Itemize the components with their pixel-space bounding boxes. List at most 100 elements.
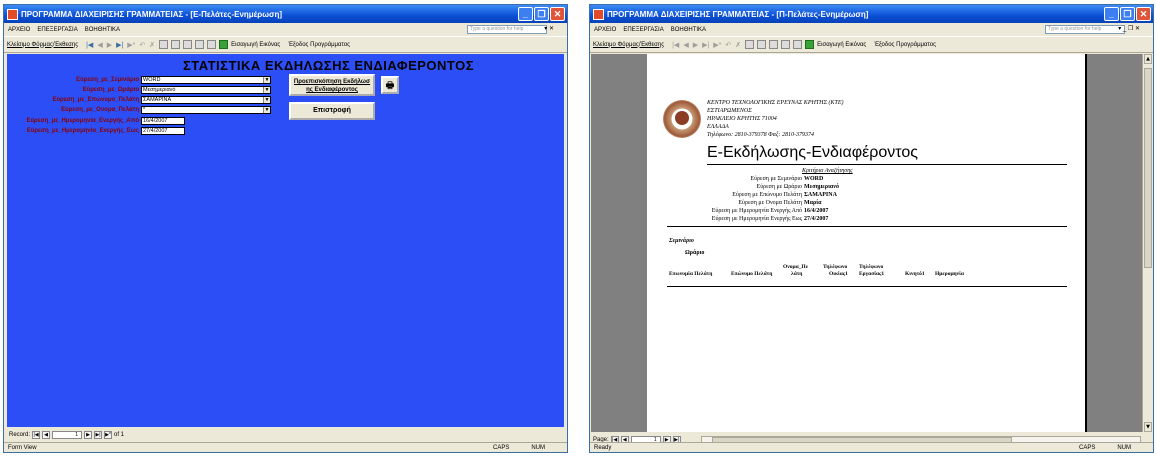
help-search-input[interactable]: Type a question for help — [1045, 25, 1125, 34]
next-record-icon[interactable]: ▶ — [84, 431, 93, 439]
import-image-icon[interactable] — [219, 40, 229, 49]
caps-indicator: CAPS — [492, 444, 510, 451]
new-record-icon[interactable]: ▶* — [713, 41, 721, 49]
col-mobile: Κινητό1 — [905, 271, 925, 277]
menu-file[interactable]: ΑΡΧΕΙΟ — [8, 27, 30, 33]
copy-icon[interactable] — [171, 40, 181, 49]
import-image-button[interactable]: Εισαγωγή Εικόνας — [817, 42, 866, 48]
group-schedule: Ωράριο — [685, 250, 705, 256]
print-preview-area: ΚΕΝΤΡΟ ΤΕΧΝΟΛΟΓΙΚΗΣ ΕΡΕΥΝΑΣ ΚΡΗΤΗΣ (ΚΤΕ)… — [591, 54, 1153, 432]
exit-program-button[interactable]: Έξοδος Προγράμματος — [288, 42, 350, 48]
schedule-value: Μεσημεριανό — [143, 87, 176, 93]
num-indicator: NUM — [531, 444, 545, 451]
new-record-icon[interactable]: ▶* — [127, 41, 135, 49]
chevron-down-icon[interactable]: ▼ — [263, 97, 270, 103]
delete-record-icon[interactable]: ✗ — [149, 41, 155, 49]
table-header-rule — [667, 286, 1067, 287]
org-address: ΗΡΑΚΛΕΙΟ ΚΡΗΤΗΣ 71004 — [707, 116, 777, 122]
report-window: ΠΡΟΓΡΑΜΜΑ ΔΙΑΧΕΙΡΙΣΗΣ ΓΡΑΜΜΑΤΕΙΑΣ - [Π-Π… — [589, 4, 1154, 453]
schedule-combo[interactable]: Μεσημεριανό ▼ — [141, 86, 271, 94]
preview-report-button[interactable]: Προεπισκόπηση Εκδήλωσ ης Ενδιαφέροντος — [289, 74, 375, 96]
menu-tools[interactable]: ΒΟΗΘΗΤΙΚΑ — [671, 27, 706, 33]
prev-record-icon[interactable]: ◀ — [97, 41, 102, 49]
last-record-icon[interactable]: ▶| — [94, 431, 103, 439]
first-record-icon[interactable]: |◀ — [672, 41, 679, 49]
last-record-icon[interactable]: ▶| — [116, 41, 123, 49]
import-image-button[interactable]: Εισαγωγή Εικόνας — [231, 42, 280, 48]
menu-tools[interactable]: ΒΟΗΘΗΤΙΚΑ — [85, 27, 120, 33]
record-number-input[interactable]: 1 — [52, 431, 83, 439]
chevron-down-icon[interactable]: ▼ — [263, 107, 270, 113]
maximize-button[interactable]: ❐ — [1120, 7, 1135, 21]
help-dropdown-icon[interactable]: ▾ ✕ — [544, 25, 554, 32]
prev-record-icon[interactable]: ◀ — [42, 431, 51, 439]
date-to-input[interactable]: 27/4/2007 — [141, 127, 185, 135]
menu-edit[interactable]: ΕΠΕΞΕΡΓΑΣΙΑ — [623, 27, 663, 33]
record-total: of 1 — [114, 432, 125, 438]
menu-edit[interactable]: ΕΠΕΞΕΡΓΑΣΙΑ — [37, 27, 77, 33]
scroll-up-icon[interactable]: ▲ — [1144, 54, 1152, 64]
import-image-icon[interactable] — [805, 40, 815, 49]
undo-icon[interactable]: ↶ — [139, 41, 145, 49]
paste-icon[interactable] — [183, 40, 193, 49]
maximize-button[interactable]: ❐ — [534, 7, 549, 21]
help-search-input[interactable]: Type a question for help — [467, 25, 547, 34]
copy-icon[interactable] — [757, 40, 767, 49]
chevron-down-icon[interactable]: ▼ — [263, 87, 270, 93]
criteria-row: Εύρεση με Ωράριο Μεσημεριανό — [756, 184, 839, 190]
status-text: Ready — [594, 444, 612, 451]
scroll-thumb[interactable] — [1144, 68, 1152, 268]
return-button[interactable]: Επιστροφή — [289, 102, 375, 120]
undo-icon[interactable]: ↶ — [725, 41, 731, 49]
window-title: ΠΡΟΓΡΑΜΜΑ ΔΙΑΧΕΙΡΙΣΗΣ ΓΡΑΜΜΑΤΕΙΑΣ - [Π-Π… — [607, 9, 869, 19]
cut-icon[interactable] — [745, 40, 755, 49]
first-record-icon[interactable]: |◀ — [32, 431, 41, 439]
close-button[interactable]: ✕ — [550, 7, 565, 21]
record-label: Record: — [9, 432, 31, 438]
menu-bar: ΑΡΧΕΙΟ ΕΠΕΞΕΡΓΑΣΙΑ ΒΟΗΘΗΤΙΚΑ Type a ques… — [4, 23, 567, 36]
caps-indicator: CAPS — [1078, 444, 1096, 451]
title-bar: ΠΡΟΓΡΑΜΜΑ ΔΙΑΧΕΙΡΙΣΗΣ ΓΡΑΜΜΑΤΕΙΑΣ - [Ε-Π… — [4, 5, 567, 23]
status-bar: Ready CAPS NUM — [590, 442, 1153, 452]
status-bar: Form View CAPS NUM — [4, 442, 567, 452]
sort-desc-icon[interactable] — [207, 40, 217, 49]
close-button[interactable]: ✕ — [1136, 7, 1151, 21]
minimize-button[interactable]: _ — [518, 7, 533, 21]
firstname-label: Εύρεση_με_Ονομα_Πελάτη — [61, 107, 139, 113]
criteria-row: Εύρεση με Ημερομηνία Ενεργής Εως 27/4/200… — [711, 216, 829, 222]
menu-file[interactable]: ΑΡΧΕΙΟ — [594, 27, 616, 33]
last-record-icon[interactable]: ▶| — [702, 41, 709, 49]
new-record-icon[interactable]: ▶* — [104, 431, 113, 439]
vertical-scrollbar[interactable]: ▲ ▼ — [1142, 54, 1153, 432]
close-form-button[interactable]: Κλείσιμο Φόρμας/Έκθεσης — [593, 42, 664, 48]
firstname-combo[interactable]: * ▼ — [141, 106, 271, 114]
col-surname: Επώνυμο Πελάτη — [731, 271, 773, 277]
org-country: ΕΛΛΑΔΑ — [707, 124, 729, 130]
next-record-icon[interactable]: ▶ — [107, 41, 112, 49]
close-form-button[interactable]: Κλείσιμο Φόρμας/Έκθεσης — [7, 42, 78, 48]
print-icon[interactable]: 🖶 — [381, 76, 399, 94]
scroll-down-icon[interactable]: ▼ — [1144, 422, 1152, 432]
seminar-combo[interactable]: WORD ▼ — [141, 76, 271, 84]
minimize-button[interactable]: _ — [1104, 7, 1119, 21]
cut-icon[interactable] — [159, 40, 169, 49]
sort-asc-icon[interactable] — [781, 40, 791, 49]
next-record-icon[interactable]: ▶ — [693, 41, 698, 49]
schedule-label: Εύρεση_με_Ωράριο — [82, 87, 139, 93]
sort-desc-icon[interactable] — [793, 40, 803, 49]
date-from-input[interactable]: 16/4/2007 — [141, 117, 185, 125]
first-record-icon[interactable]: |◀ — [86, 41, 93, 49]
prev-record-icon[interactable]: ◀ — [683, 41, 688, 49]
firstname-value: * — [143, 107, 146, 113]
surname-combo[interactable]: ΣΑΜΑΡΙΝΑ ▼ — [141, 96, 271, 104]
help-dropdown-icon[interactable]: ▾ _ ❐ ✕ — [1118, 25, 1140, 32]
paste-icon[interactable] — [769, 40, 779, 49]
delete-record-icon[interactable]: ✗ — [735, 41, 741, 49]
organization-seal — [663, 100, 701, 138]
sort-asc-icon[interactable] — [195, 40, 205, 49]
org-name: ΚΕΝΤΡΟ ΤΕΧΝΟΛΟΓΙΚΗΣ ΕΡΕΥΝΑΣ ΚΡΗΤΗΣ (ΚΤΕ) — [707, 100, 844, 106]
exit-program-button[interactable]: Έξοδος Προγράμματος — [874, 42, 936, 48]
status-text: Form View — [8, 444, 37, 451]
chevron-down-icon[interactable]: ▼ — [263, 77, 270, 83]
date-to-label: Εύρεση_με_Ημερομηνία_Ενεργής_Εως — [26, 128, 139, 134]
